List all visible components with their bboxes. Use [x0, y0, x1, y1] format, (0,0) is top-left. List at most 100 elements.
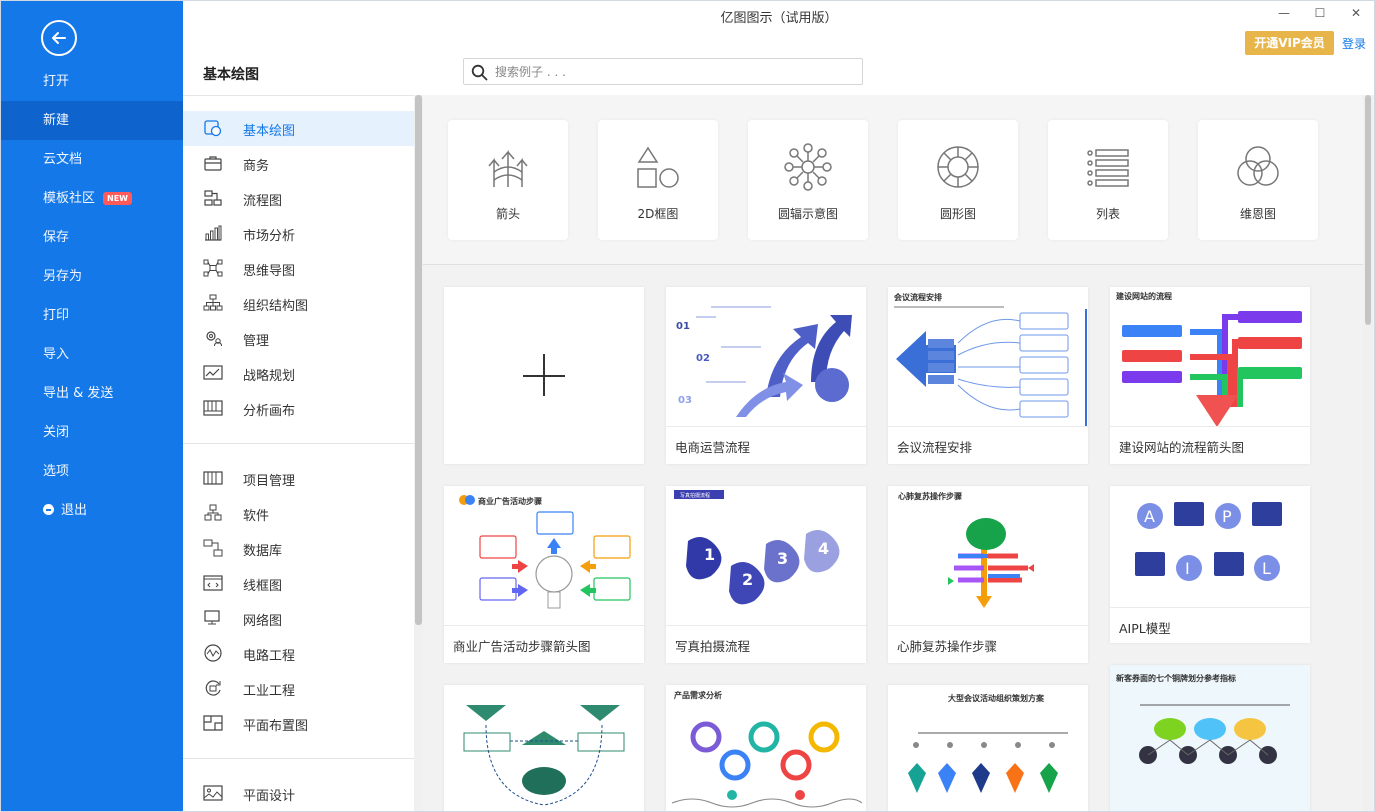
template-label: 写真拍摄流程 — [675, 639, 751, 654]
left-nav: 打开 新建 云文档 模板社区 NEW 保存 另存为 打印 导入 导出 & 发送 关… — [0, 0, 183, 812]
scroll-thumb[interactable] — [415, 95, 422, 625]
canvas-icon — [203, 400, 223, 416]
category-divider — [183, 443, 414, 444]
template-thumbnail — [444, 685, 644, 812]
category-business[interactable]: 商务 — [183, 146, 414, 181]
tile-label: 箭头 — [495, 207, 520, 221]
category-network[interactable]: 网络图 — [183, 601, 414, 636]
nav-label: 退出 — [61, 503, 88, 518]
tile-label: 列表 — [1095, 207, 1120, 221]
nav-new[interactable]: 新建 — [0, 101, 183, 140]
login-link[interactable]: 登录 — [1342, 35, 1366, 52]
category-software[interactable]: 软件 — [183, 496, 414, 531]
flowchart-icon — [204, 190, 222, 206]
category-floor-plan[interactable]: 平面布置图 — [183, 706, 414, 741]
circular-icon — [937, 146, 979, 188]
nav-template-community[interactable]: 模板社区 NEW — [0, 179, 183, 218]
template-card[interactable]: 大型会议活动组织策划方案 — [888, 685, 1088, 812]
tile-label: 圆辐示意图 — [777, 207, 838, 221]
template-card[interactable]: 会议流程安排 会议流程安排 — [888, 287, 1088, 464]
tile-venn[interactable]: 维恩图 — [1198, 120, 1318, 240]
database-icon — [203, 539, 223, 557]
template-thumbnail: 建设网站的流程 — [1110, 287, 1310, 427]
category-strategy[interactable]: 战略规划 — [183, 356, 414, 391]
template-card[interactable]: 写真拍摄流程 1 2 3 4 写真拍摄流程 — [666, 486, 866, 663]
svg-text:L: L — [1262, 559, 1271, 578]
tile-2d-blocks[interactable]: 2D框图 — [598, 120, 718, 240]
scroll-thumb[interactable] — [1365, 95, 1371, 325]
svg-text:1: 1 — [704, 545, 715, 564]
nav-label: 选项 — [43, 464, 70, 479]
category-market-analysis[interactable]: 市场分析 — [183, 216, 414, 251]
nav-exit[interactable]: 退出 — [0, 491, 183, 530]
template-card[interactable]: 商业广告活动步骤 商业广告活动步骤箭头图 — [444, 486, 644, 663]
tile-arrows[interactable]: 箭头 — [448, 120, 568, 240]
category-analysis-canvas[interactable]: 分析画布 — [183, 391, 414, 426]
industrial-icon — [205, 680, 221, 696]
search-input[interactable] — [495, 63, 845, 81]
gear-people-icon — [206, 331, 222, 347]
nav-open[interactable]: 打开 — [0, 62, 183, 101]
nav-export-send[interactable]: 导出 & 发送 — [0, 374, 183, 413]
category-label: 管理 — [243, 334, 270, 349]
vip-button[interactable]: 开通VIP会员 — [1245, 31, 1334, 55]
page-title: 基本绘图 — [203, 67, 259, 83]
category-flowchart[interactable]: 流程图 — [183, 181, 414, 216]
tile-circular[interactable]: 圆形图 — [898, 120, 1018, 240]
category-circuit[interactable]: 电路工程 — [183, 636, 414, 671]
template-card[interactable] — [444, 685, 644, 812]
search-box[interactable] — [463, 58, 863, 85]
nav-save[interactable]: 保存 — [0, 218, 183, 257]
template-card[interactable]: A P I L AIPL模型 — [1110, 486, 1310, 643]
category-label: 工业工程 — [243, 684, 296, 699]
nav-cloud-docs[interactable]: 云文档 — [0, 140, 183, 179]
template-thumbnail: 01 02 03 — [666, 287, 866, 427]
tile-list[interactable]: 列表 — [1048, 120, 1168, 240]
category-basic-drawing[interactable]: 基本绘图 — [183, 111, 414, 146]
svg-text:4: 4 — [818, 539, 829, 558]
template-card[interactable]: 心肺复苏操作步骤 心肺复苏操作步骤 — [888, 486, 1088, 663]
nav-options[interactable]: 选项 — [0, 452, 183, 491]
nav-save-as[interactable]: 另存为 — [0, 257, 183, 296]
category-scrollbar[interactable] — [414, 95, 423, 812]
template-card[interactable]: 01 02 03 电商运营流程 — [666, 287, 866, 464]
mindmap-icon — [203, 259, 223, 277]
template-scrollbar[interactable] — [1363, 95, 1373, 812]
nav-label: 打开 — [43, 74, 70, 89]
nav-label: 打印 — [43, 308, 70, 323]
template-card[interactable]: 产品需求分析 — [666, 685, 866, 812]
category-industrial[interactable]: 工业工程 — [183, 671, 414, 706]
back-button[interactable] — [41, 20, 77, 56]
category-label: 数据库 — [243, 544, 283, 559]
minimize-button[interactable]: — — [1277, 6, 1291, 20]
close-button[interactable]: ✕ — [1349, 6, 1363, 20]
category-database[interactable]: 数据库 — [183, 531, 414, 566]
category-management[interactable]: 管理 — [183, 321, 414, 356]
new-blank-template[interactable] — [444, 287, 644, 464]
category-project-management[interactable]: 项目管理 — [183, 461, 414, 496]
graphic-design-icon — [203, 785, 223, 801]
thumb-title: 写真拍摄流程 — [680, 492, 710, 499]
nav-close[interactable]: 关闭 — [0, 413, 183, 452]
category-graphic-design[interactable]: 平面设计 — [183, 776, 414, 811]
nav-label: 导入 — [43, 347, 70, 362]
category-label: 基本绘图 — [243, 124, 296, 139]
radial-icon — [784, 143, 832, 191]
tile-radial[interactable]: 圆辐示意图 — [748, 120, 868, 240]
template-card[interactable]: 新客券面的七个铜牌划分参考指标 — [1110, 665, 1310, 812]
category-wireframe[interactable]: 线框图 — [183, 566, 414, 601]
template-thumbnail: 新客券面的七个铜牌划分参考指标 — [1110, 665, 1310, 812]
nav-print[interactable]: 打印 — [0, 296, 183, 335]
template-card[interactable]: 建设网站的流程 建设网站的流程箭头图 — [1110, 287, 1310, 464]
tile-label: 圆形图 — [939, 207, 976, 221]
nav-import[interactable]: 导入 — [0, 335, 183, 374]
category-mindmap[interactable]: 思维导图 — [183, 251, 414, 286]
org-chart-icon — [203, 294, 223, 311]
category-org-chart[interactable]: 组织结构图 — [183, 286, 414, 321]
template-label: 心肺复苏操作步骤 — [897, 639, 998, 654]
list-icon — [1087, 149, 1129, 187]
arrow-left-icon — [52, 32, 66, 44]
tile-label: 维恩图 — [1239, 207, 1276, 221]
maximize-button[interactable]: ☐ — [1313, 6, 1327, 20]
circuit-icon — [204, 644, 222, 662]
